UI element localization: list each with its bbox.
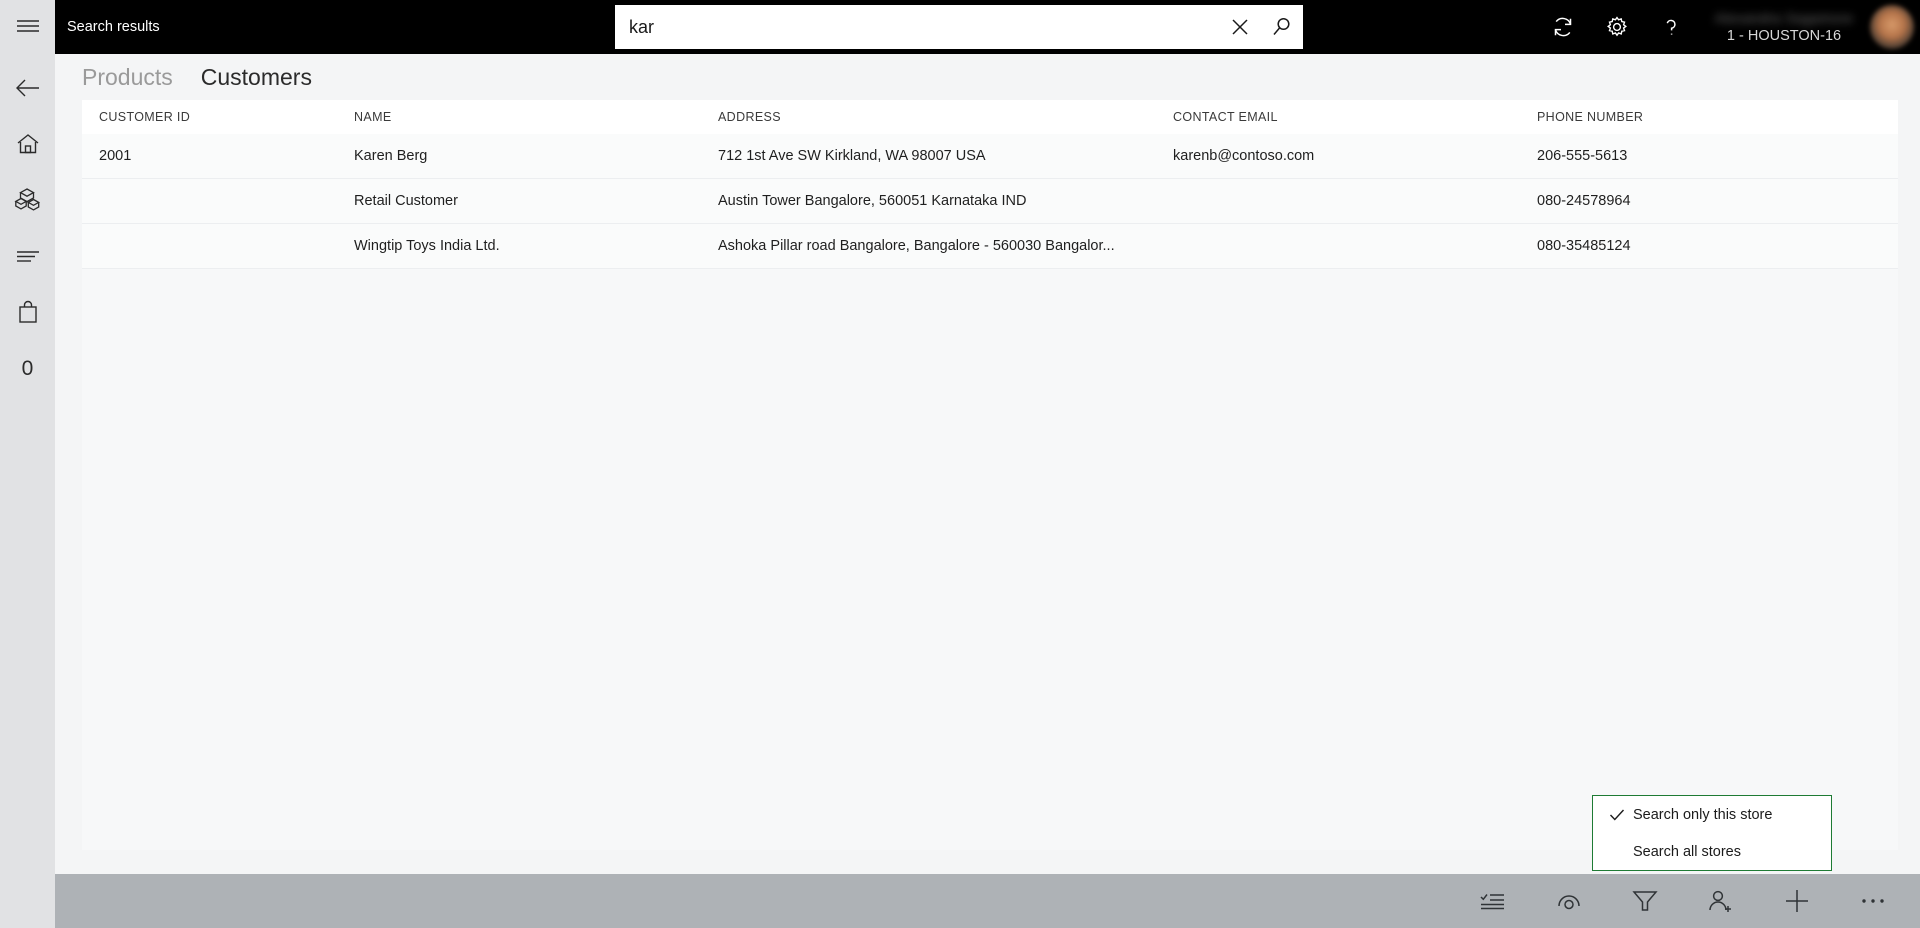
list-icon[interactable] xyxy=(0,228,55,284)
column-header-phone-number[interactable]: PHONE NUMBER xyxy=(1537,110,1837,124)
results-tabs: Products Customers xyxy=(55,54,1920,100)
gear-icon[interactable] xyxy=(1590,0,1644,54)
select-list-icon[interactable] xyxy=(1460,874,1526,928)
bag-icon[interactable] xyxy=(0,284,55,340)
page-title: Search results xyxy=(67,19,160,35)
cell-address: Ashoka Pillar road Bangalore, Bangalore … xyxy=(718,238,1115,254)
application-window: 0 Search results kar Alexandra Sagamore … xyxy=(0,0,1920,928)
cell-address: 712 1st Ave SW Kirkland, WA 98007 USA xyxy=(718,148,986,164)
cell-address: Austin Tower Bangalore, 560051 Karnataka… xyxy=(718,193,1027,209)
table-row[interactable]: Retail Customer Austin Tower Bangalore, … xyxy=(82,179,1898,224)
top-header-bar: Search results kar Alexandra Sagamore 1 … xyxy=(55,0,1920,54)
column-header-contact-email[interactable]: CONTACT EMAIL xyxy=(1173,110,1537,124)
user-info[interactable]: Alexandra Sagamore 1 - HOUSTON-16 xyxy=(1704,0,1864,54)
search-input[interactable] xyxy=(615,5,1219,49)
more-icon[interactable] xyxy=(1840,874,1906,928)
cell-phone-number: 206-555-5613 xyxy=(1537,148,1628,164)
column-header-address[interactable]: ADDRESS xyxy=(718,110,1173,124)
user-store: 1 - HOUSTON-16 xyxy=(1726,28,1842,44)
cell-phone-number: 080-24578964 xyxy=(1537,193,1631,209)
check-icon xyxy=(1601,808,1633,822)
menu-item-search-all-stores[interactable]: Search all stores xyxy=(1593,833,1831,870)
add-customer-icon[interactable] xyxy=(1688,874,1754,928)
plus-icon[interactable] xyxy=(1764,874,1830,928)
refresh-icon[interactable] xyxy=(1536,0,1590,54)
products-icon[interactable] xyxy=(0,172,55,228)
user-name: Alexandra Sagamore xyxy=(1714,10,1854,26)
home-icon[interactable] xyxy=(0,116,55,172)
avatar[interactable] xyxy=(1870,5,1914,49)
back-icon[interactable] xyxy=(0,60,55,116)
search-scope-menu: Search only this store Search all stores xyxy=(1592,795,1832,871)
cell-name: Wingtip Toys India Ltd. xyxy=(354,238,500,254)
column-header-customer-id[interactable]: CUSTOMER ID xyxy=(82,110,354,124)
main-content: Products Customers CUSTOMER ID NAME ADDR… xyxy=(55,54,1920,874)
count-badge-value: 0 xyxy=(21,356,34,380)
column-header-name[interactable]: NAME xyxy=(354,110,718,124)
menu-item-label: Search all stores xyxy=(1633,843,1741,860)
bottom-action-bar xyxy=(55,874,1920,928)
tab-products[interactable]: Products xyxy=(82,64,173,91)
table-row[interactable]: 2001 Karen Berg 712 1st Ave SW Kirkland,… xyxy=(82,134,1898,179)
hamburger-icon[interactable] xyxy=(0,6,55,46)
table-header-row: CUSTOMER ID NAME ADDRESS CONTACT EMAIL P… xyxy=(82,100,1898,134)
search-box[interactable] xyxy=(615,5,1303,49)
menu-item-label: Search only this store xyxy=(1633,806,1773,823)
view-icon[interactable] xyxy=(1536,874,1602,928)
menu-item-search-only-this-store[interactable]: Search only this store xyxy=(1593,796,1831,833)
tab-customers[interactable]: Customers xyxy=(201,64,312,91)
customers-table: CUSTOMER ID NAME ADDRESS CONTACT EMAIL P… xyxy=(82,100,1898,850)
count-badge[interactable]: 0 xyxy=(0,340,55,396)
header-actions: Alexandra Sagamore 1 - HOUSTON-16 xyxy=(1536,0,1920,54)
close-icon[interactable] xyxy=(1219,5,1261,49)
cell-phone-number: 080-35485124 xyxy=(1537,238,1631,254)
cell-contact-email: karenb@contoso.com xyxy=(1173,148,1315,164)
search-icon[interactable] xyxy=(1261,5,1303,49)
cell-name: Karen Berg xyxy=(354,148,428,164)
filter-icon[interactable] xyxy=(1612,874,1678,928)
left-nav-rail: 0 xyxy=(0,0,55,928)
cell-name: Retail Customer xyxy=(354,193,458,209)
help-icon[interactable] xyxy=(1644,0,1698,54)
table-row[interactable]: Wingtip Toys India Ltd. Ashoka Pillar ro… xyxy=(82,224,1898,269)
cell-customer-id: 2001 xyxy=(99,148,132,164)
